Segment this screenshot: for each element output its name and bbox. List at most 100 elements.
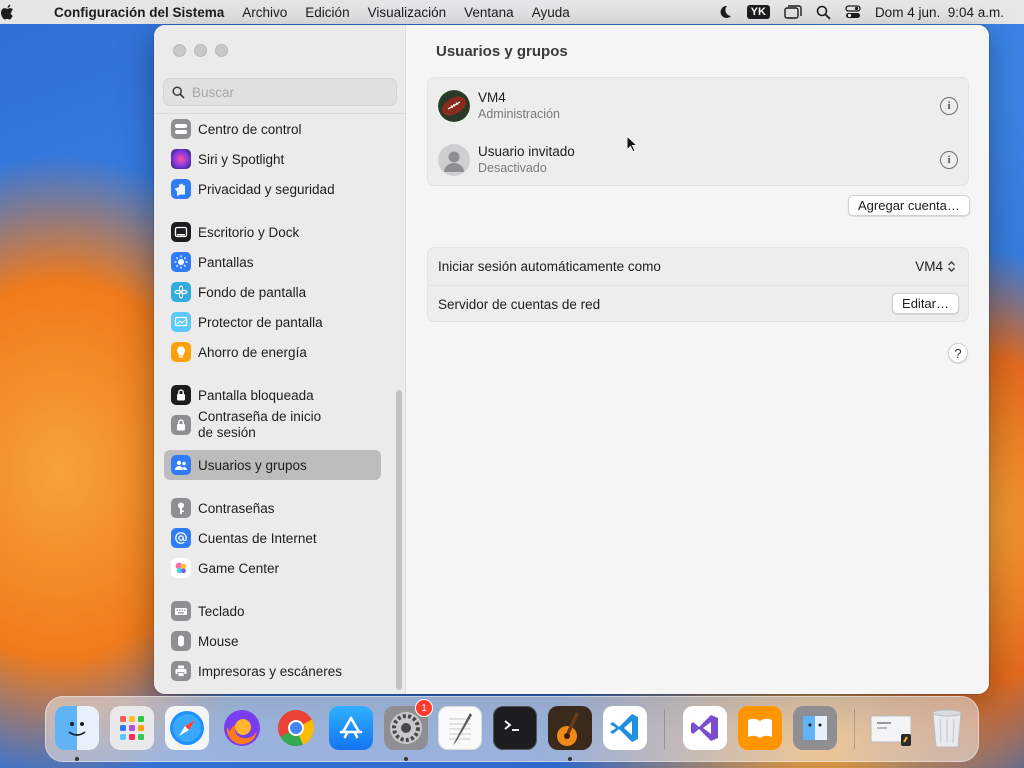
running-indicator [75,757,79,761]
login-options: Iniciar sesión automáticamente como VM4 … [427,247,969,322]
sidebar-item-control-center[interactable]: Centro de control [164,114,381,144]
minimize-button[interactable] [194,44,207,57]
mouse-cursor-icon [626,135,638,153]
sidebar-item-label: Ahorro de energía [198,344,307,360]
edit-button[interactable]: Editar… [892,293,959,314]
menu-bar: Configuración del Sistema Archivo Edició… [0,0,1024,24]
control-center-icon[interactable] [845,5,861,19]
help-button[interactable]: ? [948,343,968,363]
sidebar-item-keyboard[interactable]: Teclado [164,596,381,626]
visual-studio-icon[interactable] [683,706,727,750]
sidebar-item-displays[interactable]: Pantallas [164,247,381,277]
sidebar-item-label: Pantallas [198,254,254,270]
app-menu[interactable]: Configuración del Sistema [54,5,233,20]
sidebar-item-game-center[interactable]: Game Center [164,553,381,583]
search-field[interactable] [163,78,397,106]
running-indicator [404,757,408,761]
launchpad-icon[interactable] [110,706,154,750]
close-button[interactable] [173,44,186,57]
window-controls [173,44,228,57]
input-source-badge[interactable]: YK [746,5,770,19]
menu-ayuda[interactable]: Ayuda [523,5,579,20]
add-account-button[interactable]: Agregar cuenta… [848,195,970,216]
user-row-guest[interactable]: Usuario invitado Desactivado i [428,132,968,187]
user-row-vm4[interactable]: VM4 Administración i [428,78,968,133]
sidebar-item-label: Game Center [198,560,280,576]
sidebar-item-label: Protector de pantalla [198,314,323,330]
notification-badge: 1 [415,699,433,717]
user-role: Desactivado [478,161,547,175]
menu-visualizacion[interactable]: Visualización [359,5,456,20]
moon-icon[interactable] [717,4,733,20]
menu-ventana[interactable]: Ventana [455,5,523,20]
vscode-icon[interactable] [603,706,647,750]
lock-icon [171,415,191,435]
sidebar-item-mouse[interactable]: Mouse [164,626,381,656]
migration-assistant-icon[interactable] [793,706,837,750]
books-icon[interactable] [738,706,782,750]
users-icon [171,455,191,475]
dock: 1 [45,696,979,762]
sidebar-item-privacy[interactable]: Privacidad y seguridad [164,174,381,204]
auto-login-select[interactable]: VM4 [915,259,956,274]
lock-icon [171,385,191,405]
zoom-button[interactable] [215,44,228,57]
dock-separator [664,709,665,749]
terminal-icon[interactable] [493,706,537,750]
search-input[interactable] [192,84,382,100]
control-center-icon [171,119,191,139]
menu-edicion[interactable]: Edición [296,5,358,20]
info-icon[interactable]: i [940,96,958,115]
finder-icon[interactable] [55,706,99,750]
sidebar-item-label: Escritorio y Dock [198,224,300,240]
apple-menu-icon[interactable] [0,4,54,20]
sidebar-item-login-password[interactable]: Contraseña de inicio de sesión [164,405,381,445]
sidebar-item-label: Pantalla bloqueada [198,387,314,403]
search-icon[interactable] [816,5,831,20]
app-store-icon[interactable] [329,706,373,750]
system-settings-icon[interactable]: 1 [384,699,433,750]
key-icon [171,498,191,518]
sidebar-item-label: Teclado [198,603,245,619]
sidebar-item-printers[interactable]: Impresoras y escáneres [164,656,381,686]
firefox-icon[interactable] [220,706,264,750]
user-role: Administración [478,107,560,121]
running-indicator [568,757,572,761]
clock[interactable]: Dom 4 jun. 9:04 a.m. [875,5,1004,20]
network-server-label: Servidor de cuentas de red [438,296,601,312]
document-stack-icon[interactable] [869,706,913,750]
auto-login-value: VM4 [915,259,943,274]
sidebar-list: Centro de control Siri y Spotlight Priva… [154,113,406,681]
sidebar-item-siri[interactable]: Siri y Spotlight [164,144,381,174]
sidebar-item-desktop-dock[interactable]: Escritorio y Dock [164,217,381,247]
sidebar-item-label: Usuarios y grupos [198,457,307,473]
guest-avatar-icon [438,143,470,176]
up-down-chevron-icon [948,261,955,272]
sidebar-item-users-groups[interactable]: Usuarios y grupos [164,450,381,480]
sidebar-item-energy[interactable]: Ahorro de energía [164,337,381,367]
trash-icon[interactable] [925,706,969,750]
screensaver-icon [171,312,191,332]
menu-archivo[interactable]: Archivo [233,5,296,20]
textedit-icon[interactable] [438,706,482,750]
keyboard-icon [171,601,191,621]
sidebar-item-label: Centro de control [198,121,302,137]
safari-icon[interactable] [165,706,209,750]
sidebar-item-internet-accounts[interactable]: Cuentas de Internet [164,523,381,553]
sidebar-item-label: Mouse [198,633,239,649]
sidebar-item-passwords[interactable]: Contraseñas [164,493,381,523]
sidebar-scrollbar[interactable] [396,390,402,690]
window-switcher-icon[interactable] [784,5,802,19]
sidebar-item-wallpaper[interactable]: Fondo de pantalla [164,277,381,307]
user-name: Usuario invitado [478,144,575,159]
network-server-row: Servidor de cuentas de red Editar… [428,285,968,322]
sidebar: Centro de control Siri y Spotlight Priva… [154,25,406,694]
page-title: Usuarios y grupos [436,43,568,60]
chrome-icon[interactable] [274,706,318,750]
auto-login-label: Iniciar sesión automáticamente como [438,259,661,274]
label-line-2: de sesión [198,425,256,440]
garageband-icon[interactable] [548,706,592,750]
label-line-1: Contraseña de inicio [198,409,322,424]
info-icon[interactable]: i [940,150,958,169]
sidebar-item-screensaver[interactable]: Protector de pantalla [164,307,381,337]
